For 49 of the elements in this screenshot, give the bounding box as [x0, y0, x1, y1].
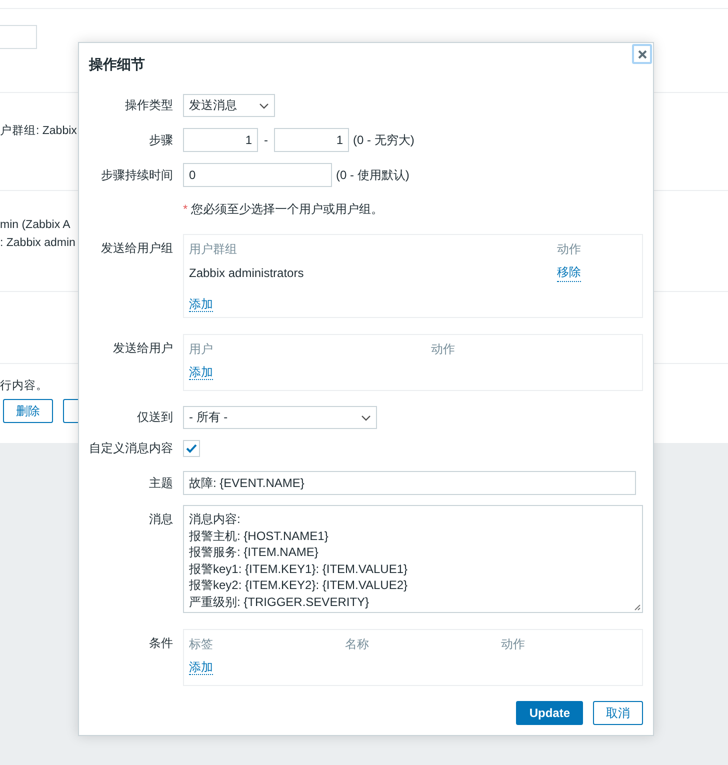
update-button[interactable]: Update: [516, 701, 583, 725]
step-from-field[interactable]: 1: [183, 128, 258, 152]
close-icon: [638, 50, 646, 58]
note-text: 行内容。: [0, 378, 48, 394]
resize-grip-icon[interactable]: [634, 604, 641, 611]
delete-button[interactable]: 删除: [3, 399, 53, 424]
field-label: 消息: [148, 511, 173, 528]
operation-type-select[interactable]: 发送消息: [183, 94, 275, 117]
dialog-title: 操作细节: [89, 56, 146, 74]
column-header: 标签: [189, 636, 214, 653]
subject-field[interactable]: 故障: {EVENT.NAME}: [183, 471, 636, 495]
field-label: 条件: [148, 635, 173, 652]
group-name: Zabbix administrators: [189, 266, 305, 280]
step-duration-field[interactable]: 0: [183, 163, 332, 187]
close-button[interactable]: [632, 44, 652, 64]
user-text: min (Zabbix A: [0, 218, 70, 231]
hint-text: (0 - 无穷大): [353, 132, 414, 148]
column-header: 用户群组: [189, 241, 238, 258]
column-header: 动作: [557, 241, 582, 258]
add-link[interactable]: 添加: [189, 365, 213, 380]
group-text: 户群组: Zabbix: [0, 123, 77, 138]
column-header: 用户: [189, 341, 214, 358]
step-to-field[interactable]: 1: [274, 128, 349, 152]
field-label: 步骤: [148, 132, 173, 148]
field-label: 操作类型: [124, 97, 173, 114]
check-icon: [186, 444, 197, 453]
custom-message-checkbox[interactable]: [183, 440, 200, 457]
add-link[interactable]: 添加: [189, 297, 213, 312]
cancel-button[interactable]: 取消: [593, 701, 643, 725]
field-label: 发送给用户: [112, 340, 173, 357]
message-field[interactable]: 消息内容: 报警主机: {HOST.NAME1} 报警服务: {ITEM.NAME} 报警key1: {ITEM.KEY1}: {ITEM.VALUE1} 报警key2: {ITEM.KEY2}: {ITEM.VALUE2} 严重级别: {TRIGGER.SEVERITY}: [183, 505, 643, 613]
group-text: : Zabbix admin: [0, 236, 76, 249]
remove-link[interactable]: 移除: [557, 264, 581, 282]
text-field[interactable]: [0, 24, 37, 49]
caret-icon: [259, 102, 269, 108]
send-to-select[interactable]: - 所有 -: [183, 406, 377, 429]
field-label: 仅送到: [136, 409, 173, 426]
column-header: 动作: [431, 341, 456, 358]
hint-text: (0 - 使用默认): [336, 166, 410, 184]
add-link[interactable]: 添加: [189, 660, 213, 675]
field-label: 主题: [148, 474, 173, 492]
separator-text: -: [264, 133, 268, 147]
field-label: 发送给用户组: [100, 240, 173, 257]
caret-icon: [361, 414, 371, 420]
column-header: 动作: [501, 636, 526, 653]
field-label: 自定义消息内容: [89, 440, 173, 457]
required-note: * 您必须至少选择一个用户或用户组。: [183, 201, 384, 218]
column-header: 名称: [345, 636, 370, 653]
field-label: 步骤持续时间: [100, 166, 173, 184]
